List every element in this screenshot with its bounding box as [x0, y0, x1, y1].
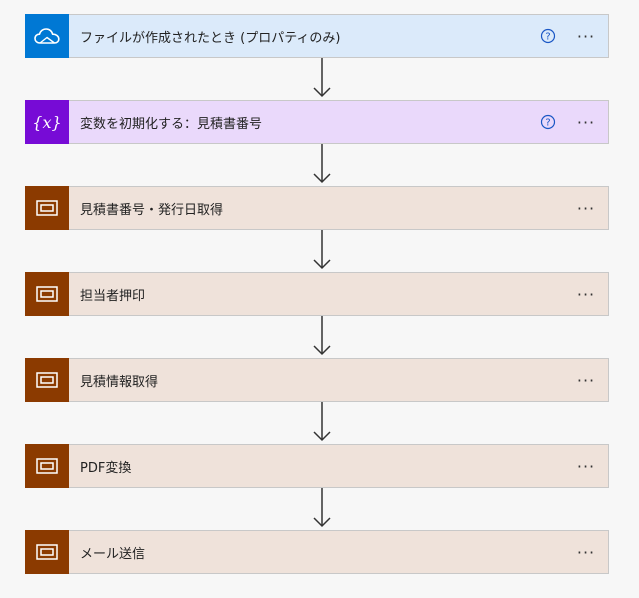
step-title: メール送信 — [80, 546, 146, 562]
step-card-trigger[interactable]: ファイルが作成されたとき (プロパティのみ) ? ··· — [25, 14, 609, 58]
more-options-button[interactable]: ··· — [568, 187, 604, 229]
step-card-scope[interactable]: メール送信 ··· — [25, 530, 609, 574]
scope-icon — [36, 286, 58, 302]
onedrive-cloud-icon — [34, 28, 60, 44]
help-icon: ? — [540, 114, 556, 130]
help-icon: ? — [540, 28, 556, 44]
step-title: 見積情報取得 — [80, 374, 159, 390]
step-icon-box — [25, 14, 69, 58]
step-card-scope[interactable]: PDF変換 ··· — [25, 444, 609, 488]
step-icon-box — [25, 530, 69, 574]
help-button[interactable]: ? — [534, 15, 562, 57]
more-options-button[interactable]: ··· — [568, 445, 604, 487]
more-options-button[interactable]: ··· — [568, 531, 604, 573]
more-options-button[interactable]: ··· — [568, 101, 604, 143]
scope-icon — [36, 200, 58, 216]
step-card-initialize-variable[interactable]: {x} 変数を初期化する：見積書番号 ? ··· — [25, 100, 609, 144]
flow-canvas: ファイルが作成されたとき (プロパティのみ) ? ··· {x} 変数を初期化す… — [0, 0, 639, 598]
step-icon-box — [25, 444, 69, 488]
connector-arrow-icon — [313, 402, 331, 442]
more-options-button[interactable]: ··· — [568, 15, 604, 57]
step-title: ファイルが作成されたとき (プロパティのみ) — [80, 30, 341, 46]
step-card-scope[interactable]: 担当者押印 ··· — [25, 272, 609, 316]
step-icon-box — [25, 186, 69, 230]
step-icon-box — [25, 272, 69, 316]
svg-text:?: ? — [545, 118, 550, 129]
svg-text:?: ? — [545, 32, 550, 43]
scope-icon — [36, 458, 58, 474]
more-options-button[interactable]: ··· — [568, 359, 604, 401]
step-title: PDF変換 — [80, 460, 132, 476]
step-card-scope[interactable]: 見積情報取得 ··· — [25, 358, 609, 402]
connector-arrow-icon — [313, 58, 331, 98]
step-card-scope[interactable]: 見積書番号・発行日取得 ··· — [25, 186, 609, 230]
help-button[interactable]: ? — [534, 101, 562, 143]
step-title: 見積書番号・発行日取得 — [80, 202, 224, 218]
connector-arrow-icon — [313, 230, 331, 270]
variable-icon: {x} — [32, 112, 62, 132]
more-options-button[interactable]: ··· — [568, 273, 604, 315]
scope-icon — [36, 544, 58, 560]
connector-arrow-icon — [313, 488, 331, 528]
step-title: 担当者押印 — [80, 288, 146, 304]
connector-arrow-icon — [313, 316, 331, 356]
connector-arrow-icon — [313, 144, 331, 184]
step-icon-box — [25, 358, 69, 402]
step-title: 変数を初期化する：見積書番号 — [80, 116, 263, 132]
scope-icon — [36, 372, 58, 388]
step-icon-box: {x} — [25, 100, 69, 144]
